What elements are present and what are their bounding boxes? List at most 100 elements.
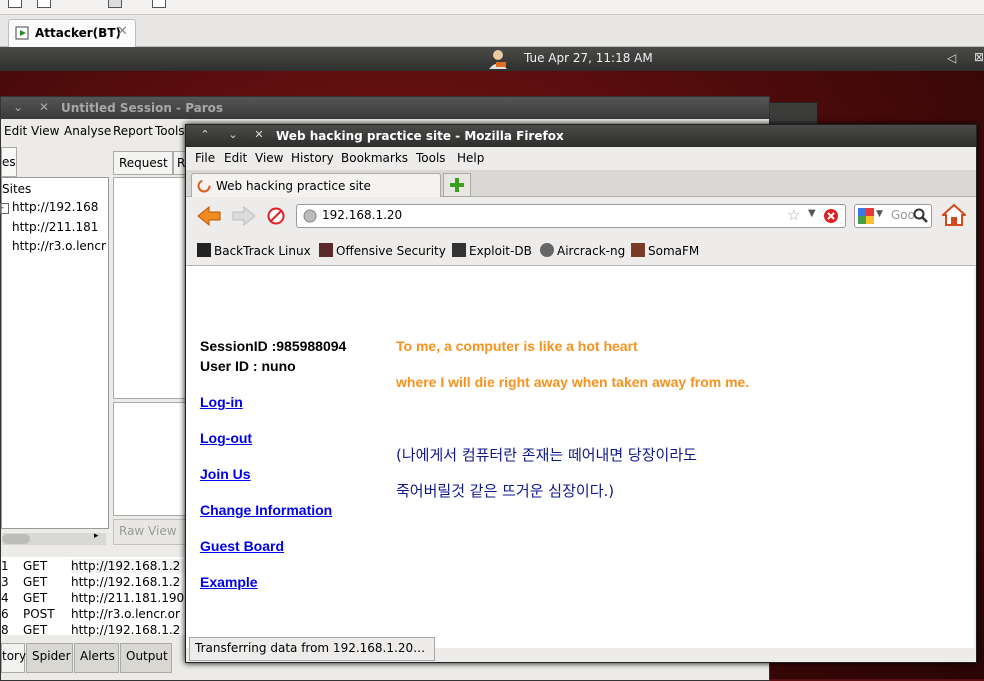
site-node[interactable]: http://r3.o.lencr	[12, 239, 106, 253]
search-bar[interactable]: ▼ Goo	[854, 204, 932, 228]
sites-root[interactable]: Sites	[2, 182, 31, 196]
expander-icon[interactable]: -	[0, 203, 9, 214]
bookmark-somafm[interactable]: SomaFM	[631, 243, 699, 258]
korean-line-1: (나에게서 컴퓨터란 존재는 떼어내면 당장이라도	[396, 446, 697, 464]
menu-report[interactable]: Report	[113, 124, 153, 138]
sites-tab-label: es	[2, 155, 16, 169]
guest-board-link[interactable]: Guest Board	[200, 538, 284, 554]
firefox-window: ⌃ ⌄ ✕ Web hacking practice site - Mozill…	[185, 124, 977, 663]
logout-link[interactable]: Log-out	[200, 430, 252, 446]
bookmark-exploit-db[interactable]: Exploit-DB	[452, 243, 532, 258]
change-information-link[interactable]: Change Information	[200, 502, 332, 518]
english-line-1: To me, a computer is like a hot heart	[396, 338, 638, 354]
toolbar-icon[interactable]	[37, 0, 51, 8]
join-link[interactable]: Join Us	[200, 466, 251, 482]
session-id: SessionID :985988094	[200, 338, 347, 354]
h-scrollbar[interactable]: ▸	[2, 531, 106, 545]
status-bar: Transferring data from 192.168.1.20…	[189, 637, 435, 661]
menu-tools[interactable]: Tools	[416, 151, 446, 165]
shutdown-icon[interactable]: ⊠	[974, 50, 984, 64]
menu-edit[interactable]: Edit	[4, 124, 27, 138]
vm-tab[interactable]: Attacker(BT) ✕	[8, 19, 136, 47]
menu-edit[interactable]: Edit	[224, 151, 247, 165]
forward-icon[interactable]	[231, 205, 257, 227]
tab-alerts[interactable]: Alerts	[74, 643, 119, 673]
table-row[interactable]: 3 GET http://192.168.1.2	[1, 575, 189, 591]
paros-titlebar[interactable]: ⌄ ✕ Untitled Session - Paros	[1, 97, 769, 119]
toolbar-icon[interactable]	[8, 0, 22, 8]
menu-view[interactable]: View	[31, 124, 59, 138]
stop-icon[interactable]	[267, 207, 285, 225]
menu-bookmarks[interactable]: Bookmarks	[341, 151, 408, 165]
search-engine-dropdown-icon[interactable]: ▼	[876, 209, 883, 219]
table-row[interactable]: 4 GET http://211.181.190	[1, 591, 189, 607]
user-id: User ID : nuno	[200, 358, 296, 374]
request-body-area[interactable]	[113, 402, 190, 516]
tab-output[interactable]: Output	[120, 643, 172, 673]
globe-icon	[303, 209, 317, 223]
tab-spider[interactable]: Spider	[26, 643, 73, 673]
request-header-area[interactable]	[113, 177, 190, 399]
firefox-title: Web hacking practice site - Mozilla Fire…	[276, 129, 564, 143]
sites-tree: Sites - http://192.168 http://211.181 ht…	[0, 177, 109, 545]
star-icon[interactable]: ☆	[787, 206, 800, 224]
menu-help[interactable]: Help	[457, 151, 484, 165]
chevron-down-icon[interactable]: ⌄	[226, 128, 240, 142]
url-bar[interactable]: 192.168.1.20 ☆ ▼	[296, 204, 846, 228]
sites-tab[interactable]: es	[1, 147, 17, 177]
firefox-titlebar[interactable]: ⌃ ⌄ ✕ Web hacking practice site - Mozill…	[186, 125, 976, 147]
page-content: SessionID :985988094 User ID : nuno Log-…	[186, 266, 974, 648]
volume-icon[interactable]: ◁	[947, 51, 956, 65]
menu-view[interactable]: View	[255, 151, 283, 165]
site-node[interactable]: http://211.181	[12, 220, 98, 234]
bookmark-backtrack[interactable]: BackTrack Linux	[197, 243, 311, 258]
example-link[interactable]: Example	[200, 574, 258, 590]
back-icon[interactable]	[196, 205, 222, 227]
status-text: Transferring data from 192.168.1.20…	[195, 641, 426, 655]
google-icon[interactable]	[858, 208, 874, 224]
table-row[interactable]: 8 GET http://192.168.1.2	[1, 623, 189, 639]
toolbar-icon[interactable]	[108, 0, 122, 8]
chevron-up-icon[interactable]: ⌃	[198, 128, 212, 142]
menu-file[interactable]: File	[195, 151, 215, 165]
close-icon[interactable]: ✕	[117, 24, 128, 39]
bookmarks-toolbar: BackTrack Linux Offensive Security Explo…	[186, 237, 976, 266]
vm-tabbar	[0, 15, 984, 47]
raw-view-select[interactable]: Raw View	[113, 519, 190, 545]
table-row[interactable]: 1 GET http://192.168.1.2	[1, 559, 189, 575]
close-icon[interactable]: ✕	[39, 100, 49, 114]
menu-analyse[interactable]: Analyse	[64, 124, 111, 138]
tab-history[interactable]: tory	[1, 643, 26, 673]
scroll-right-icon[interactable]: ▸	[94, 531, 99, 541]
minimize-icon[interactable]: ⌄	[13, 100, 23, 114]
dropdown-icon[interactable]: ▼	[808, 208, 816, 219]
browser-tab[interactable]: Web hacking practice site	[191, 173, 441, 198]
browser-tab-label: Web hacking practice site	[216, 179, 371, 193]
home-icon[interactable]	[942, 203, 966, 227]
menu-tools[interactable]: Tools	[155, 124, 185, 138]
bookmark-aircrack-ng[interactable]: Aircrack-ng	[540, 243, 625, 258]
clear-icon[interactable]	[823, 208, 839, 224]
close-icon[interactable]: ✕	[252, 128, 266, 142]
firefox-menubar: File Edit View History Bookmarks Tools H…	[186, 147, 976, 169]
bookmark-offensive-security[interactable]: Offensive Security	[319, 243, 446, 258]
new-tab-button[interactable]	[443, 173, 471, 197]
url-text[interactable]: 192.168.1.20	[322, 208, 402, 222]
loading-icon	[197, 179, 211, 193]
menu-history[interactable]: History	[291, 151, 334, 165]
user-icon[interactable]	[486, 48, 510, 70]
history-table: 1 GET http://192.168.1.2 3 GET http://192.16…	[1, 557, 189, 637]
search-icon[interactable]	[913, 208, 929, 224]
host-toolbar	[0, 0, 984, 15]
table-row[interactable]: 6 POST http://r3.o.lencr.or	[1, 607, 189, 623]
toolbar-icon[interactable]	[152, 0, 166, 8]
site-node[interactable]: http://192.168	[12, 200, 98, 214]
english-line-2: where I will die right away when taken a…	[396, 374, 750, 390]
login-link[interactable]: Log-in	[200, 394, 243, 410]
request-tab[interactable]: Request	[113, 151, 173, 175]
paros-title: Untitled Session - Paros	[61, 101, 224, 115]
clock[interactable]: Tue Apr 27, 11:18 AM	[524, 51, 653, 65]
top-panel: Tue Apr 27, 11:18 AM ◁ ⊠	[0, 47, 984, 71]
korean-line-2: 죽어버릴것 같은 뜨거운 심장이다.)	[396, 482, 615, 500]
bottom-tabs: tory Spider Alerts Output	[1, 643, 189, 675]
